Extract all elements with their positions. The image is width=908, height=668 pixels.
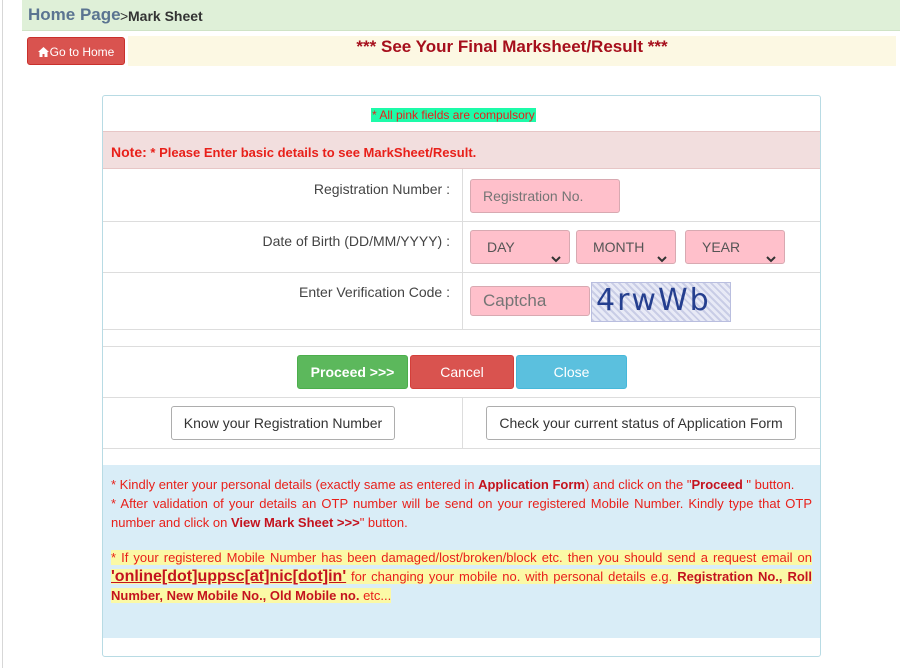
row-divider <box>103 448 820 449</box>
dob-day-value: DAY <box>487 239 515 255</box>
captcha-image: 4rwWb <box>591 282 731 322</box>
instruction-text: " button. <box>359 515 408 530</box>
instructions-box: * Kindly enter your personal details (ex… <box>103 465 820 638</box>
breadcrumb-separator: > <box>120 8 129 24</box>
instruction-text: " button. <box>742 477 795 492</box>
captcha-input[interactable] <box>470 286 590 316</box>
note-row: Note: * Please Enter basic details to se… <box>103 131 820 169</box>
dob-month-value: MONTH <box>593 239 645 255</box>
instruction-text: * After validation of your details an OT… <box>111 496 812 530</box>
dob-label: Date of Birth (DD/MM/YYYY) : <box>262 233 450 249</box>
breadcrumb-current: Mark Sheet <box>128 8 203 24</box>
row-divider <box>103 221 820 222</box>
know-registration-number-button[interactable]: Know your Registration Number <box>171 406 395 440</box>
home-icon <box>37 39 49 67</box>
chevron-down-icon <box>766 242 776 274</box>
instruction-3: * If your registered Mobile Number has b… <box>111 548 812 605</box>
dob-day-select[interactable]: DAY <box>470 230 570 264</box>
row-divider <box>103 346 820 347</box>
row-divider <box>103 272 820 273</box>
registration-number-input[interactable] <box>470 179 620 213</box>
form-column-divider <box>462 169 463 329</box>
cancel-button[interactable]: Cancel <box>410 355 514 389</box>
proceed-button[interactable]: Proceed >>> <box>297 355 408 389</box>
instruction-text: for changing your mobile no. with person… <box>346 569 678 584</box>
note-label: Note: <box>111 144 147 160</box>
breadcrumb-home-link[interactable]: Home Page <box>28 5 121 25</box>
instruction-2: * After validation of your details an OT… <box>111 494 812 532</box>
chevron-down-icon <box>657 242 667 274</box>
instruction-text: * Kindly enter your personal details (ex… <box>111 477 479 492</box>
verification-code-label: Enter Verification Code : <box>299 284 450 300</box>
registration-number-label: Registration Number : <box>313 181 450 197</box>
instruction-emphasis: View Mark Sheet >>> <box>230 515 360 530</box>
instruction-text: etc... <box>359 588 392 603</box>
dob-year-value: YEAR <box>702 239 741 255</box>
support-email-link[interactable]: 'online[dot]uppsc[at]nic[dot]in' <box>111 568 346 585</box>
required-fields-note: * All pink fields are compulsory <box>371 108 536 122</box>
captcha-text: 4rwWb <box>596 283 711 318</box>
go-to-home-label: Go to Home <box>49 45 115 59</box>
instruction-emphasis: Proceed <box>691 477 743 492</box>
breadcrumb: Home Page > Mark Sheet <box>22 0 900 31</box>
row-divider <box>103 329 820 330</box>
check-application-status-button[interactable]: Check your current status of Application… <box>486 406 796 440</box>
marksheet-form-panel: * All pink fields are compulsory Note: *… <box>102 95 821 657</box>
instruction-1: * Kindly enter your personal details (ex… <box>111 475 812 494</box>
chevron-down-icon <box>551 242 561 274</box>
instruction-text: * If your registered Mobile Number has b… <box>111 550 812 565</box>
instruction-text: ) and click on the " <box>584 477 692 492</box>
dob-month-select[interactable]: MONTH <box>576 230 676 264</box>
dob-year-select[interactable]: YEAR <box>685 230 785 264</box>
instruction-emphasis: Application Form <box>478 477 585 492</box>
go-to-home-button[interactable]: Go to Home <box>27 37 125 65</box>
links-column-divider <box>462 397 463 448</box>
note-text: Note: * Please Enter basic details to se… <box>111 144 476 160</box>
page-left-border <box>2 0 3 668</box>
note-message: * Please Enter basic details to see Mark… <box>146 145 477 160</box>
close-button[interactable]: Close <box>516 355 627 389</box>
page-title: *** See Your Final Marksheet/Result *** <box>128 36 896 66</box>
